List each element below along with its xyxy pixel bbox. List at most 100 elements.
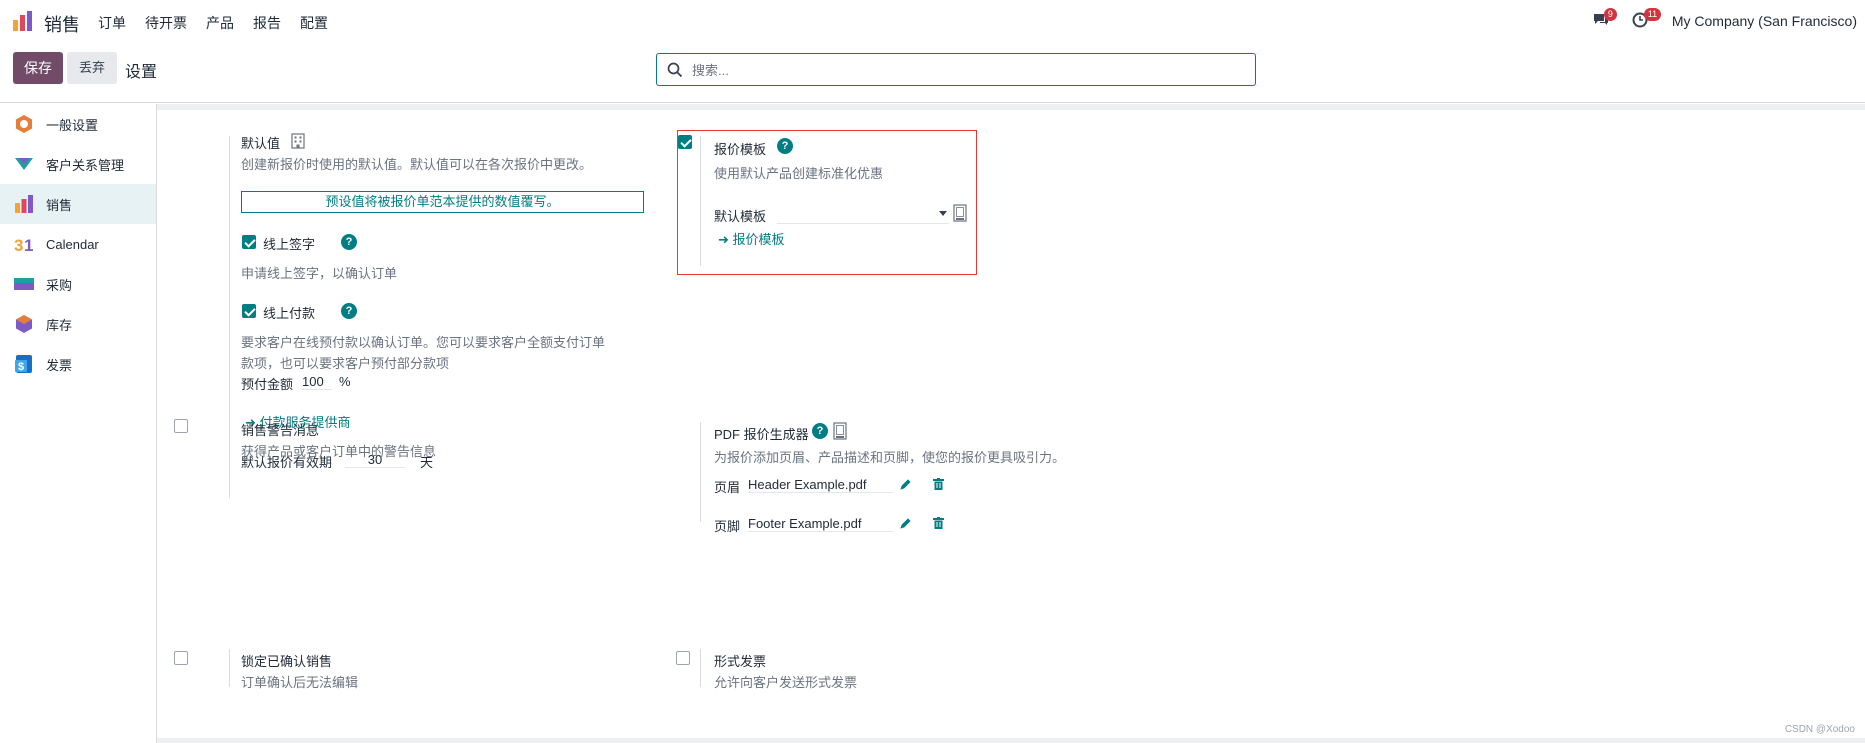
sidebar-item-inventory[interactable]: 库存 [0, 304, 156, 344]
sidebar-item-label: 客户关系管理 [46, 157, 125, 173]
general-settings-icon [16, 115, 32, 133]
search-icon [667, 62, 683, 78]
company-switcher[interactable]: My Company (San Francisco) [1672, 13, 1857, 29]
sidebar-item-label: 库存 [46, 317, 73, 333]
lock-confirmed-sales-description: 订单确认后无法编辑 [241, 675, 359, 690]
sidebar-item-sales[interactable]: 销售 [0, 184, 156, 224]
svg-text:$: $ [18, 361, 24, 373]
svg-text:3: 3 [14, 236, 23, 254]
quotation-templates-link[interactable]: ➜ 报价模板 [718, 229, 785, 248]
defaults-title: 默认值 [241, 136, 281, 151]
company-specific-icon [833, 422, 847, 440]
quotation-template-help-icon[interactable]: ? [777, 138, 793, 154]
default-template-label: 默认模板 [714, 209, 767, 224]
quotation-template-divider [700, 136, 701, 266]
trash-icon[interactable] [933, 517, 944, 529]
proforma-invoice-checkbox[interactable] [676, 651, 690, 665]
trash-icon[interactable] [933, 478, 944, 490]
online-payment-title: 线上付款 [263, 306, 316, 321]
proforma-invoice-description: 允许向客户发送形式发票 [714, 675, 858, 690]
online-signature-help-icon[interactable]: ? [341, 234, 357, 250]
online-payment-checkbox[interactable] [242, 304, 256, 318]
prepayment-amount-input[interactable]: 100 [302, 374, 332, 390]
svg-text:1: 1 [24, 236, 33, 254]
app-name[interactable]: 销售 [44, 11, 80, 37]
online-payment-help-icon[interactable]: ? [341, 303, 357, 319]
sale-warnings-divider [229, 419, 230, 457]
online-payment-description-line1: 要求客户在线预付款以确认订单。您可以要求客户全额支付订单 [241, 335, 606, 350]
sidebar-item-general-settings[interactable]: 一般设置 [0, 104, 156, 144]
sidebar-item-label: 发票 [46, 357, 73, 373]
activities-button[interactable]: 11 [1632, 8, 1662, 30]
navbar-systray: 9 11 My Company (San Francisco) [1592, 8, 1857, 30]
lock-confirmed-divider [229, 649, 230, 687]
proforma-divider [700, 649, 701, 687]
control-panel: 保存 丢弃 设置 [0, 43, 1865, 103]
sidebar-item-label: 销售 [46, 197, 73, 213]
proforma-invoice-title: 形式发票 [714, 654, 767, 669]
sale-warnings-description: 获得产品或客户订单中的警告信息 [241, 444, 437, 459]
quotation-template-description: 使用默认产品创建标准化优惠 [714, 166, 884, 181]
sidebar-item-calendar[interactable]: 3 1 Calendar [0, 224, 156, 264]
invoice-icon: $ [15, 355, 32, 373]
sidebar-item-label: 一般设置 [46, 117, 99, 133]
pdf-header-label: 页眉 [714, 480, 741, 495]
quotation-template-title: 报价模板 [714, 142, 767, 157]
prepayment-label: 预付金额 [241, 377, 294, 392]
menu-reporting[interactable]: 报告 [253, 13, 281, 33]
content-top-strip [157, 104, 1865, 110]
sidebar-item-invoicing[interactable]: $ 发票 [0, 344, 156, 384]
sidebar-item-purchase[interactable]: 采购 [0, 264, 156, 304]
menu-orders[interactable]: 订单 [98, 13, 126, 33]
edit-pencil-icon[interactable] [900, 478, 912, 490]
sidebar-item-label: Calendar [46, 236, 99, 252]
menu-products[interactable]: 产品 [206, 13, 234, 33]
company-specific-icon [953, 204, 967, 222]
quotation-template-checkbox[interactable] [678, 135, 692, 149]
company-specific-icon [291, 133, 305, 149]
pdf-builder-description: 为报价添加页眉、产品描述和页脚，使您的报价更具吸引力。 [714, 450, 1066, 465]
menu-configuration[interactable]: 配置 [300, 13, 328, 33]
online-payment-description-line2: 款项，也可以要求客户预付部分款项 [241, 356, 450, 371]
default-template-select[interactable] [777, 204, 949, 224]
settings-search[interactable] [656, 53, 1256, 86]
sales-icon [15, 195, 33, 213]
sales-app-icon[interactable] [12, 10, 34, 32]
discard-button[interactable]: 丢弃 [67, 52, 117, 84]
main-menu: 订单 待开票 产品 报告 配置 [98, 13, 347, 33]
settings-sidebar: 一般设置 客户关系管理 销售 3 1 Calendar 采购 库存 $ 发票 [0, 104, 157, 743]
sale-warnings-title: 销售警告消息 [241, 423, 320, 438]
pdf-footer-file[interactable]: Footer Example.pdf [748, 516, 893, 532]
sale-warnings-checkbox[interactable] [174, 419, 188, 433]
messages-button[interactable]: 9 [1592, 8, 1617, 30]
save-button[interactable]: 保存 [13, 52, 63, 84]
top-navbar: 销售 订单 待开票 产品 报告 配置 9 11 My Company (San … [0, 0, 1865, 43]
sidebar-item-crm[interactable]: 客户关系管理 [0, 144, 156, 184]
activities-badge: 11 [1643, 8, 1662, 21]
menu-to-invoice[interactable]: 待开票 [145, 13, 187, 33]
caret-down-icon [939, 211, 947, 216]
pdf-builder-help-icon[interactable]: ? [812, 423, 828, 439]
pdf-builder-divider [700, 422, 701, 522]
defaults-description: 创建新报价时使用的默认值。默认值可以在各次报价中更改。 [241, 157, 593, 172]
lock-confirmed-sales-title: 锁定已确认销售 [241, 654, 333, 669]
pdf-header-file[interactable]: Header Example.pdf [748, 477, 893, 493]
inventory-icon [16, 315, 32, 333]
settings-content: 默认值 创建新报价时使用的默认值。默认值可以在各次报价中更改。 预设值将被报价单… [157, 104, 1865, 743]
purchase-icon [14, 278, 34, 290]
defaults-info-alert: 预设值将被报价单范本提供的数值覆写。 [241, 191, 644, 213]
online-signature-description: 申请线上签字，以确认订单 [241, 266, 398, 281]
edit-pencil-icon[interactable] [900, 517, 912, 529]
online-signature-checkbox[interactable] [242, 235, 256, 249]
pdf-builder-title: PDF 报价生成器 [714, 427, 809, 442]
messages-badge: 9 [1603, 8, 1617, 21]
calendar-icon: 3 1 [14, 236, 33, 254]
breadcrumb: 设置 [125, 64, 158, 81]
quotation-templates-link-label: 报价模板 [732, 232, 785, 247]
lock-confirmed-sales-checkbox[interactable] [174, 651, 188, 665]
prepayment-unit: % [339, 374, 351, 389]
watermark: CSDN @Xodoo [1784, 724, 1855, 735]
online-signature-title: 线上签字 [263, 237, 316, 252]
pdf-footer-label: 页脚 [714, 519, 741, 534]
search-input[interactable] [690, 60, 1240, 80]
